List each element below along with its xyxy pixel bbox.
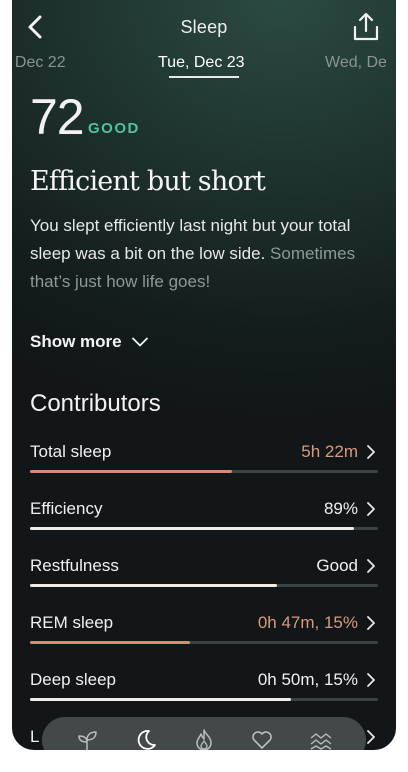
contributor-value: 89% xyxy=(323,499,358,518)
contributor-value: Good xyxy=(316,556,358,575)
sleep-score: 72 xyxy=(30,89,85,145)
nav-activity[interactable] xyxy=(189,725,219,750)
chevron-right-icon xyxy=(367,673,375,687)
nav-readiness[interactable] xyxy=(72,725,102,750)
contributor-label: REM sleep xyxy=(30,613,114,632)
flame-icon xyxy=(196,729,212,750)
bottom-nav xyxy=(42,717,366,750)
contributor-bar-fill xyxy=(30,527,354,530)
contributor-bar xyxy=(30,527,378,530)
show-more-label: Show more xyxy=(30,332,122,351)
contributor-label: L xyxy=(30,727,40,746)
chevron-right-icon xyxy=(367,616,375,630)
sprout-icon xyxy=(78,731,97,750)
top-bar: Sleep xyxy=(12,0,396,54)
contributor-value: 5h 22m xyxy=(301,442,358,461)
contributor-label: Total sleep xyxy=(30,442,112,461)
show-more-button[interactable]: Show more xyxy=(30,332,148,352)
contributor-total-sleep[interactable]: Total sleep 5h 22m xyxy=(30,442,378,499)
contributor-efficiency[interactable]: Efficiency 89% xyxy=(30,499,378,556)
contributor-bar-fill xyxy=(30,698,291,701)
summary-text: You slept efficiently last night but you… xyxy=(30,212,380,296)
chevron-down-icon xyxy=(131,337,148,347)
waves-icon xyxy=(310,733,332,750)
chevron-right-icon xyxy=(367,559,375,573)
contributor-bar-fill xyxy=(30,584,278,587)
contributor-label: Efficiency xyxy=(30,499,103,518)
chevron-right-icon xyxy=(367,730,375,744)
contributor-bar xyxy=(30,698,378,701)
contributor-bar-fill xyxy=(30,470,232,473)
contributor-bar xyxy=(30,641,378,644)
date-next[interactable]: Wed, De xyxy=(325,54,387,72)
heart-icon xyxy=(252,731,273,749)
contributor-bar-fill xyxy=(30,641,191,644)
nav-heart[interactable] xyxy=(247,725,277,750)
contributor-rem-sleep[interactable]: REM sleep 0h 47m, 15% xyxy=(30,613,378,670)
contributor-restfulness[interactable]: Restfulness Good xyxy=(30,556,378,613)
date-prev[interactable]: , Dec 22 xyxy=(12,54,66,72)
chevron-right-icon xyxy=(367,502,375,516)
share-icon xyxy=(353,12,379,41)
summary-headline: Efficient but short xyxy=(30,166,266,197)
moon-icon xyxy=(137,730,156,750)
score-label: GOOD xyxy=(88,120,140,137)
chevron-right-icon xyxy=(367,445,375,459)
date-underline xyxy=(169,76,239,78)
page-title: Sleep xyxy=(180,17,228,37)
contributors-title: Contributors xyxy=(30,390,161,417)
nav-stress[interactable] xyxy=(306,725,336,750)
contributor-value: 0h 50m, 15% xyxy=(257,670,358,689)
contributor-bar xyxy=(30,470,378,473)
nav-sleep[interactable] xyxy=(131,725,161,750)
date-current[interactable]: Tue, Dec 23 xyxy=(158,54,245,72)
contributor-bar xyxy=(30,584,378,587)
share-button[interactable] xyxy=(352,12,380,42)
contributor-label: Deep sleep xyxy=(30,670,117,689)
contributor-label: Restfulness xyxy=(30,556,119,575)
contributor-value: 0h 47m, 15% xyxy=(257,613,358,632)
sleep-screen: Sleep , Dec 22 Tue, Dec 23 Wed, De 72 GO… xyxy=(12,0,396,750)
